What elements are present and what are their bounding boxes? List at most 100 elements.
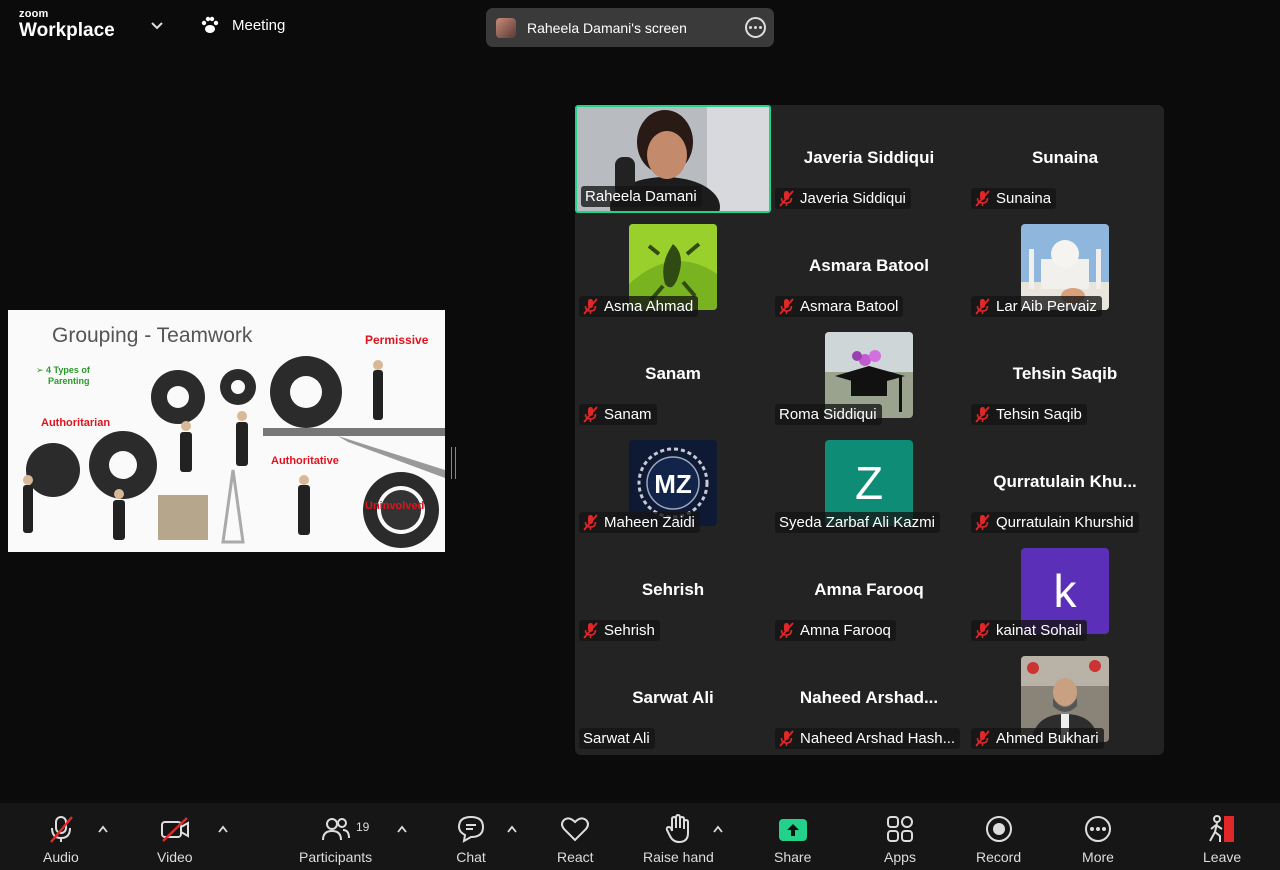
mic-muted-icon [583, 406, 598, 423]
participant-display-name: Tehsin Saqib [1012, 364, 1118, 383]
more-button[interactable]: More [1082, 813, 1114, 865]
participant-name-label: Amna Farooq [775, 620, 896, 641]
participant-tile[interactable]: Sehrish Sehrish [575, 537, 771, 645]
participant-tile[interactable]: Tehsin Saqib Tehsin Saqib [967, 321, 1163, 429]
participant-tile[interactable]: Naheed Arshad... Naheed Arshad Hash... [771, 645, 967, 753]
participant-tile[interactable]: Ahmed Bukhari [967, 645, 1163, 753]
mic-muted-icon [779, 298, 794, 315]
leave-label: Leave [1203, 849, 1242, 865]
meeting-label: Meeting [232, 16, 286, 34]
mic-muted-icon [583, 298, 598, 315]
meeting-toolbar: Audio Video Participants 19 Chat React R… [0, 803, 1280, 870]
slide-label-permissive: Permissive [365, 333, 429, 347]
apps-button[interactable]: Apps [884, 813, 916, 865]
raise-hand-button[interactable]: Raise hand [643, 813, 714, 865]
participant-tile[interactable]: Amna Farooq Amna Farooq [771, 537, 967, 645]
audio-button[interactable]: Audio [43, 813, 79, 865]
mz-initials: MZ [654, 469, 692, 499]
share-label: Share [774, 849, 812, 865]
participant-tile[interactable]: Roma Siddiqui [771, 321, 967, 429]
split-view-handle[interactable] [451, 447, 456, 479]
leave-button[interactable]: Leave [1203, 813, 1241, 865]
participant-name-label: Sehrish [579, 620, 660, 641]
video-button[interactable]: Video [157, 813, 193, 865]
participant-tile[interactable]: Raheela Damani [575, 105, 771, 213]
more-options-icon[interactable] [745, 17, 766, 38]
slide-types-line2: Parenting [48, 375, 90, 386]
chevron-down-icon[interactable] [150, 19, 164, 33]
chat-button[interactable]: Chat [455, 813, 487, 865]
participant-display-name: Sehrish [641, 580, 705, 599]
participant-name-label: Tehsin Saqib [971, 404, 1087, 425]
record-button[interactable]: Record [976, 813, 1021, 865]
leave-door-icon [1209, 815, 1235, 842]
raise-hand-label: Raise hand [643, 849, 714, 865]
paw-icon [201, 16, 219, 33]
shared-screen: Grouping - Teamwork Permissive ➢ 4 Types… [8, 310, 445, 552]
participant-tile[interactable]: Lar Aib Pervaiz [967, 213, 1163, 321]
audio-options-chevron-up-icon[interactable] [98, 825, 108, 833]
participant-name-label: Lar Aib Pervaiz [971, 296, 1102, 317]
slide-title: Grouping - Teamwork [52, 324, 253, 347]
participant-display-name: Sarwat Ali [632, 688, 714, 707]
participant-display-name: Javeria Siddiqui [803, 148, 935, 167]
participant-tile[interactable]: Sanam Sanam [575, 321, 771, 429]
participant-name-label: kainat Sohail [971, 620, 1087, 641]
mic-muted-icon [975, 298, 990, 315]
participant-name-label: Maheen Zaidi [579, 512, 700, 533]
mic-muted-icon [975, 730, 990, 747]
top-bar: zoom Workplace Meeting Raheela Damani's … [0, 0, 1280, 52]
participant-tile[interactable]: Asma Ahmad [575, 213, 771, 321]
participant-tile[interactable]: Sarwat Ali Sarwat Ali [575, 645, 771, 753]
slide-label-authoritative: Authoritative [271, 455, 339, 467]
participant-name: Roma Siddiqui [779, 406, 877, 423]
slide-label-authoritarian: Authoritarian [41, 417, 111, 429]
mic-muted-icon [779, 622, 794, 639]
participants-options-chevron-up-icon[interactable] [397, 825, 407, 833]
meeting-info-button[interactable]: Meeting [200, 16, 285, 34]
chat-options-chevron-up-icon[interactable] [507, 825, 517, 833]
share-button[interactable]: Share [774, 813, 811, 865]
participant-tile[interactable]: Javeria Siddiqui Javeria Siddiqui [771, 105, 967, 213]
raise-hand-options-chevron-up-icon[interactable] [713, 825, 723, 833]
mic-muted-icon [583, 514, 598, 531]
participant-name: Ahmed Bukhari [996, 730, 1099, 747]
participant-name: Maheen Zaidi [604, 514, 695, 531]
zoom-workplace-logo[interactable]: zoom Workplace [19, 9, 115, 41]
apps-icon [887, 816, 913, 842]
mic-muted-icon [975, 406, 990, 423]
participant-name-label: Sarwat Ali [579, 728, 655, 749]
participant-tile[interactable]: k kainat Sohail [967, 537, 1163, 645]
mic-muted-icon [975, 190, 990, 207]
chat-label: Chat [456, 849, 486, 865]
mic-muted-icon [49, 816, 73, 843]
apps-label: Apps [884, 849, 916, 865]
participant-name-label: Ahmed Bukhari [971, 728, 1104, 749]
participant-name: Asma Ahmad [604, 298, 694, 315]
record-label: Record [976, 849, 1022, 865]
participant-tile[interactable]: MZ Maheen Zaidi [575, 429, 771, 537]
participant-name: Sunaina [996, 190, 1052, 207]
participant-name-label: Asma Ahmad [579, 296, 699, 317]
mic-muted-icon [975, 622, 990, 639]
screen-share-indicator[interactable]: Raheela Damani's screen [486, 8, 774, 47]
participant-name-label: Asmara Batool [775, 296, 904, 317]
participants-count: 19 [356, 820, 370, 834]
participant-name: Lar Aib Pervaiz [996, 298, 1097, 315]
participants-label: Participants [299, 849, 373, 865]
participant-display-name: Amna Farooq [814, 580, 924, 599]
mic-muted-icon [583, 622, 598, 639]
react-label: React [557, 849, 594, 865]
video-options-chevron-up-icon[interactable] [218, 825, 228, 833]
participant-display-name: Sanam [645, 364, 701, 383]
react-button[interactable]: React [557, 813, 594, 865]
more-icon [1085, 816, 1111, 842]
participant-tile[interactable]: Qurratulain Khu... Qurratulain Khurshid [967, 429, 1163, 537]
slide-types: ➢ 4 Types of Parenting [36, 365, 90, 387]
participant-tile[interactable]: Sunaina Sunaina [967, 105, 1163, 213]
hand-icon [666, 813, 690, 844]
participant-tile[interactable]: Asmara Batool Asmara Batool [771, 213, 967, 321]
avatar [496, 17, 516, 38]
participant-name: Sarwat Ali [583, 730, 650, 747]
participant-tile[interactable]: Z Syeda Zarbaf Ali Kazmi [771, 429, 967, 537]
